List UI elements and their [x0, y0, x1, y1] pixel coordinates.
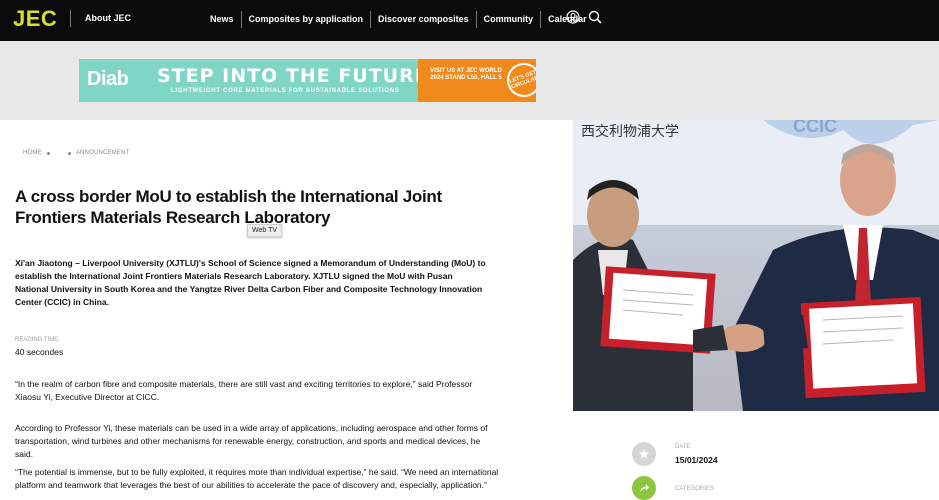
article-paragraph: “The potential is immense, but to be ful…	[15, 467, 499, 490]
nav-icons	[566, 10, 602, 24]
handshake-photo: 西交利物浦大学 CCIC	[573, 120, 939, 411]
diab-logo: Diab	[87, 68, 129, 90]
favorite-button[interactable]	[632, 442, 656, 466]
share-icon	[640, 484, 649, 492]
logo-divider	[70, 10, 71, 27]
banner-cta: VISIT US AT JEC WORLD 2024 STAND L50, HA…	[418, 59, 536, 102]
nav-discover-composites[interactable]: Discover composites	[371, 10, 476, 28]
reading-time-label: READING TIME	[15, 337, 59, 343]
top-navigation: JEC About JEC News Composites by applica…	[0, 0, 939, 41]
banner-cta-text: VISIT US AT JEC WORLD 2024 STAND L50, HA…	[430, 68, 502, 81]
banner-headline: STEP INTO THE FUTURE	[157, 65, 429, 87]
circular-badge: LET'S GET CIRCULAR	[502, 59, 536, 102]
article-lead: Xi'an Jiaotong – Liverpool University (X…	[15, 258, 486, 307]
breadcrumb-separator	[67, 151, 71, 155]
user-icon[interactable]	[566, 10, 580, 24]
breadcrumb-home[interactable]: HOME	[23, 150, 42, 156]
tooltip: Web TV	[247, 224, 283, 237]
breadcrumb: HOME ANNOUNCEMENT	[23, 150, 130, 156]
nav-composites-by-application[interactable]: Composites by application	[242, 10, 371, 28]
article-paragraph: According to Professor Yi, these materia…	[15, 423, 488, 459]
jec-logo[interactable]: JEC	[13, 6, 57, 32]
banner-subtitle: LIGHTWEIGHT CORE MATERIALS FOR SUSTAINAB…	[171, 88, 400, 94]
date-value: 15/01/2024	[675, 455, 718, 465]
main-menu: News Composites by application Discover …	[203, 9, 594, 29]
about-jec-link[interactable]: About JEC	[85, 13, 131, 23]
ccic-logo: CCIC	[793, 120, 837, 136]
breadcrumb-announcement[interactable]: ANNOUNCEMENT	[76, 150, 130, 156]
article-title: A cross border MoU to establish the Inte…	[15, 187, 442, 227]
categories-label: CATEGORIES	[675, 486, 714, 492]
share-button[interactable]	[632, 476, 656, 500]
article-paragraph: “In the realm of carbon fibre and compos…	[15, 379, 473, 402]
diab-ad-banner[interactable]: Diab STEP INTO THE FUTURE LIGHTWEIGHT CO…	[79, 59, 536, 102]
reading-time-value: 40 secondes	[15, 347, 64, 357]
date-label: DATE	[675, 444, 691, 450]
ad-banner-area: Diab STEP INTO THE FUTURE LIGHTWEIGHT CO…	[0, 41, 939, 120]
article-photo: 西交利物浦大学 CCIC	[573, 120, 939, 411]
search-icon[interactable]	[588, 10, 602, 24]
nav-news[interactable]: News	[203, 10, 241, 28]
sign-text: 西交利物浦大学	[581, 123, 679, 140]
star-icon	[638, 448, 650, 459]
nav-community[interactable]: Community	[477, 10, 541, 28]
breadcrumb-separator	[46, 151, 50, 155]
